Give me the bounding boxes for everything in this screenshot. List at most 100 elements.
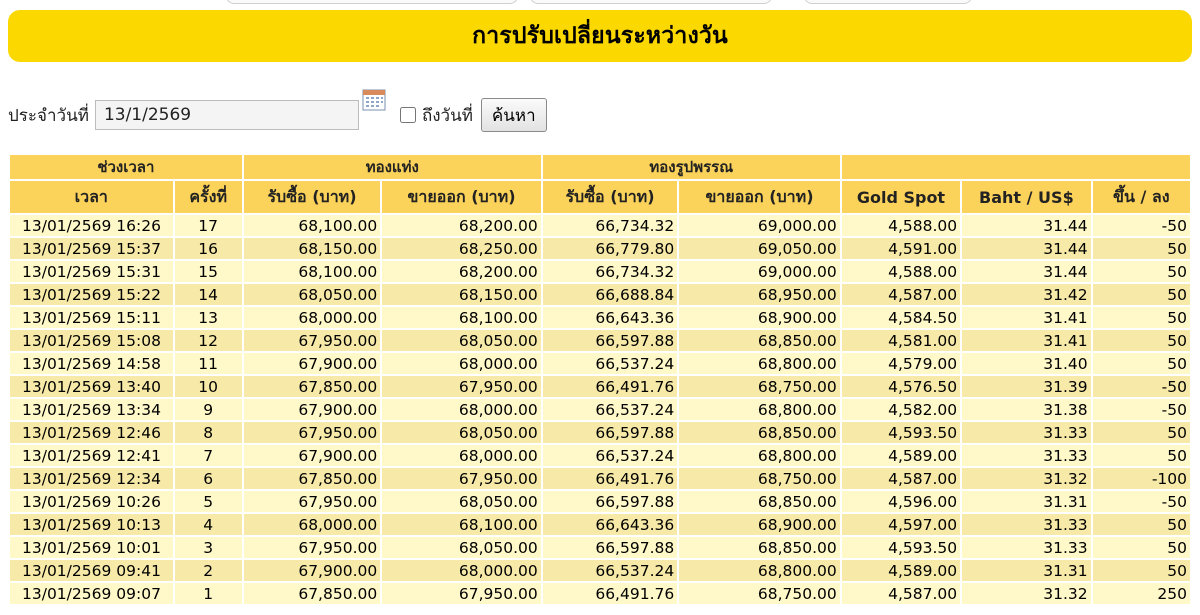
cell-change: 50 (1092, 560, 1190, 581)
cell-time: 13/01/2569 09:07 (10, 583, 173, 604)
col-header-ornament-sell: ขายออก (บาท) (679, 181, 840, 213)
cell-baht-usd: 31.31 (962, 560, 1091, 581)
top-tab[interactable] (804, 0, 972, 4)
cell-gold-spot: 4,593.50 (841, 537, 961, 558)
cell-bar-buy: 67,850.00 (243, 376, 381, 397)
cell-change: 50 (1092, 537, 1190, 558)
cell-gold-spot: 4,587.00 (841, 468, 961, 489)
table-row: 13/01/2569 14:58 11 67,900.00 68,000.00 66,5… (10, 353, 1190, 374)
top-tab[interactable] (226, 0, 518, 4)
cell-bar-sell: 68,000.00 (382, 353, 541, 374)
cell-bar-buy: 67,850.00 (243, 468, 381, 489)
cell-bar-buy: 67,900.00 (243, 445, 381, 466)
cell-time: 13/01/2569 10:26 (10, 491, 173, 512)
cell-ornament-buy: 66,643.36 (542, 307, 678, 328)
cell-bar-sell: 68,050.00 (382, 422, 541, 443)
table-row: 13/01/2569 12:34 6 67,850.00 67,950.00 66,49… (10, 468, 1190, 489)
cell-gold-spot: 4,587.00 (841, 284, 961, 305)
cell-baht-usd: 31.40 (962, 353, 1091, 374)
page-title: การปรับเปลี่ยนระหว่างวัน (472, 23, 728, 49)
to-date-checkbox[interactable] (399, 107, 416, 123)
cell-round: 6 (174, 468, 242, 489)
cell-baht-usd: 31.42 (962, 284, 1091, 305)
cell-baht-usd: 31.39 (962, 376, 1091, 397)
cell-bar-sell: 68,000.00 (382, 560, 541, 581)
cell-bar-buy: 68,000.00 (243, 514, 381, 535)
cell-gold-spot: 4,589.00 (841, 560, 961, 581)
cell-change: -50 (1092, 491, 1190, 512)
cell-bar-sell: 67,950.00 (382, 376, 541, 397)
cell-ornament-buy: 66,491.76 (542, 583, 678, 604)
cell-baht-usd: 31.31 (962, 491, 1091, 512)
group-header-ornament-gold: ทองรูปพรรณ (542, 155, 840, 179)
cell-change: 50 (1092, 422, 1190, 443)
cell-ornament-sell: 68,750.00 (679, 376, 840, 397)
cell-ornament-buy: 66,537.24 (542, 353, 678, 374)
cell-change: -50 (1092, 215, 1190, 236)
cell-ornament-buy: 66,597.88 (542, 491, 678, 512)
cell-gold-spot: 4,588.00 (841, 261, 961, 282)
cell-bar-sell: 68,050.00 (382, 537, 541, 558)
cell-round: 7 (174, 445, 242, 466)
cell-baht-usd: 31.32 (962, 468, 1091, 489)
cell-bar-sell: 68,100.00 (382, 307, 541, 328)
cell-ornament-buy: 66,597.88 (542, 537, 678, 558)
cell-bar-buy: 68,050.00 (243, 284, 381, 305)
group-header-blank (841, 155, 1190, 179)
gold-price-table: ช่วงเวลา ทองแท่ง ทองรูปพรรณ เวลา ครั้งที… (8, 153, 1192, 606)
cell-ornament-buy: 66,491.76 (542, 376, 678, 397)
cell-time: 13/01/2569 12:41 (10, 445, 173, 466)
cell-change: 50 (1092, 284, 1190, 305)
cell-round: 13 (174, 307, 242, 328)
cell-round: 17 (174, 215, 242, 236)
cell-time: 13/01/2569 15:31 (10, 261, 173, 282)
cell-bar-buy: 68,100.00 (243, 261, 381, 282)
cell-ornament-buy: 66,537.24 (542, 560, 678, 581)
cell-ornament-sell: 68,800.00 (679, 399, 840, 420)
cell-ornament-sell: 68,950.00 (679, 284, 840, 305)
cell-round: 5 (174, 491, 242, 512)
cell-gold-spot: 4,591.00 (841, 238, 961, 259)
cell-gold-spot: 4,589.00 (841, 445, 961, 466)
cell-gold-spot: 4,579.00 (841, 353, 961, 374)
table-row: 13/01/2569 15:11 13 68,000.00 68,100.00 66,6… (10, 307, 1190, 328)
cell-bar-buy: 67,850.00 (243, 583, 381, 604)
page-header-bar: การปรับเปลี่ยนระหว่างวัน (8, 10, 1192, 62)
cell-ornament-sell: 68,850.00 (679, 491, 840, 512)
col-header-change: ขึ้น / ลง (1092, 181, 1190, 213)
table-row: 13/01/2569 12:46 8 67,950.00 68,050.00 66,59… (10, 422, 1190, 443)
cell-baht-usd: 31.41 (962, 330, 1091, 351)
cell-change: 50 (1092, 238, 1190, 259)
cell-time: 13/01/2569 10:01 (10, 537, 173, 558)
cell-ornament-sell: 68,900.00 (679, 514, 840, 535)
cell-time: 13/01/2569 12:34 (10, 468, 173, 489)
table-row: 13/01/2569 15:31 15 68,100.00 68,200.00 66,7… (10, 261, 1190, 282)
cell-change: 50 (1092, 330, 1190, 351)
cell-gold-spot: 4,597.00 (841, 514, 961, 535)
cell-time: 13/01/2569 13:34 (10, 399, 173, 420)
cell-time: 13/01/2569 16:26 (10, 215, 173, 236)
table-row: 13/01/2569 10:26 5 67,950.00 68,050.00 66,59… (10, 491, 1190, 512)
column-header-row: เวลา ครั้งที่ รับซื้อ (บาท) ขายออก (บาท)… (10, 181, 1190, 213)
date-input[interactable] (94, 100, 359, 130)
cell-round: 4 (174, 514, 242, 535)
cell-baht-usd: 31.33 (962, 445, 1091, 466)
cell-change: -50 (1092, 376, 1190, 397)
table-row: 13/01/2569 13:40 10 67,850.00 67,950.00 66,4… (10, 376, 1190, 397)
cell-time: 13/01/2569 14:58 (10, 353, 173, 374)
cell-baht-usd: 31.33 (962, 514, 1091, 535)
col-header-time: เวลา (10, 181, 173, 213)
cell-ornament-buy: 66,643.36 (542, 514, 678, 535)
cell-round: 1 (174, 583, 242, 604)
cell-round: 15 (174, 261, 242, 282)
cell-change: 250 (1092, 583, 1190, 604)
search-button[interactable]: ค้นหา (480, 98, 547, 132)
cell-ornament-sell: 68,800.00 (679, 560, 840, 581)
group-header-period: ช่วงเวลา (10, 155, 242, 179)
calendar-icon[interactable] (362, 89, 386, 111)
to-date-label: ถึงวันที่ (421, 105, 473, 126)
cell-ornament-buy: 66,597.88 (542, 422, 678, 443)
cell-baht-usd: 31.32 (962, 583, 1091, 604)
cell-ornament-sell: 69,000.00 (679, 261, 840, 282)
top-tab[interactable] (530, 0, 772, 4)
